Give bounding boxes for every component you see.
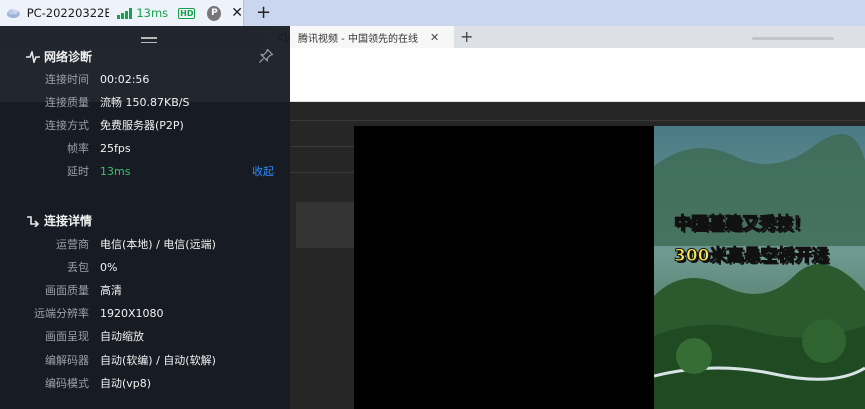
network-diagnostics-panel: 网络诊断 连接时间 00:02:56 连接质量 流畅 150.87KB/S 连接… (0, 26, 290, 409)
remote-tab-title: 腾讯视频 - 中国领先的在线 (298, 33, 418, 45)
new-tab-button[interactable]: + (256, 4, 271, 22)
diag-row-latency: 延时 13ms 收起 (0, 163, 290, 179)
row-value: 1920X1080 (100, 306, 164, 320)
diag-row-connection-mode: 连接方式 免费服务器(P2P) (0, 117, 290, 133)
row-value: 0% (100, 260, 118, 274)
signal-strength-icon (117, 7, 133, 19)
row-label: 编解码器 (45, 354, 89, 367)
remote-tab-close-button[interactable]: ✕ (430, 31, 439, 44)
client-tab-remote-pc[interactable]: PC-20220322E... 13ms HD P ✕ (0, 0, 244, 26)
row-label: 丢包 (67, 261, 89, 274)
row-label: 连接方式 (45, 119, 89, 132)
detail-row-carrier: 运营商 电信(本地) / 电信(远端) (0, 236, 290, 252)
row-value: 免费服务器(P2P) (100, 119, 184, 132)
detail-row-codec: 编解码器 自动(软编) / 自动(软解) (0, 352, 290, 368)
row-value: 25fps (100, 141, 131, 155)
profile-badge[interactable]: P (207, 5, 222, 21)
video-caption-line1: 中国基建又秀技！ (674, 214, 811, 235)
row-value: 自动(vp8) (100, 377, 152, 390)
row-label: 延时 (67, 165, 89, 178)
row-value: 自动缩放 (100, 330, 144, 343)
drag-handle-icon[interactable] (141, 37, 157, 45)
detail-row-encoding-mode: 编码模式 自动(vp8) (0, 375, 290, 391)
network-diagnostics-title: 网络诊断 (44, 50, 93, 64)
page-divider (290, 120, 865, 121)
row-label: 远端分辨率 (34, 307, 89, 320)
route-arrow-icon (27, 215, 40, 227)
diag-row-connection-time: 连接时间 00:02:56 (0, 71, 290, 87)
row-value: 自动(软编) / 自动(软解) (100, 354, 216, 367)
video-caption-line2: 300米高悬空桥开远 (674, 246, 829, 267)
video-scene-image (654, 126, 865, 409)
close-tab-button[interactable]: ✕ (231, 5, 243, 21)
diag-row-frame-rate: 帧率 25fps (0, 140, 290, 156)
detail-row-packet-loss: 丢包 0% (0, 259, 290, 275)
row-label: 连接质量 (45, 96, 89, 109)
row-label: 帧率 (67, 142, 89, 155)
row-value: 00:02:56 (100, 72, 150, 86)
pulse-icon (26, 50, 40, 63)
connection-details-header: 连接详情 (26, 212, 92, 229)
connection-details-title: 连接详情 (44, 214, 93, 228)
page-thumbnail (296, 202, 354, 248)
client-tab-bar: PC-20220322E... 13ms HD P ✕ + (0, 0, 865, 26)
remote-browser-tab-tencent-video[interactable]: 腾讯视频 - 中国领先的在线 ✕ (270, 26, 454, 48)
row-value: 高清 (100, 284, 122, 297)
row-label: 连接时间 (45, 73, 89, 86)
row-label: 画面质量 (45, 284, 89, 297)
remote-new-tab-button[interactable]: + (460, 27, 473, 46)
detail-row-image-quality: 画面质量 高清 (0, 282, 290, 298)
row-label: 画面呈现 (45, 330, 89, 343)
detail-row-display-mode: 画面呈现 自动缩放 (0, 328, 290, 344)
hd-quality-badge[interactable]: HD (178, 7, 196, 19)
video-player-letterbox[interactable] (354, 126, 654, 409)
row-value: 电信(本地) / 电信(远端) (100, 238, 216, 251)
remote-tab-strip-handle (752, 37, 834, 40)
pin-icon[interactable] (258, 48, 274, 64)
collapse-link[interactable]: 收起 (252, 163, 274, 179)
row-label: 运营商 (56, 238, 89, 251)
row-value: 13ms (100, 164, 131, 178)
video-player-frame[interactable]: 中国基建又秀技！ 300米高悬空桥开远 (654, 126, 865, 409)
page-divider (290, 172, 354, 173)
diag-row-connection-quality: 连接质量 流畅 150.87KB/S (0, 94, 290, 110)
row-label: 编码模式 (45, 377, 89, 390)
remote-pc-name: PC-20220322E... (26, 6, 110, 20)
detail-row-remote-resolution: 远端分辨率 1920X1080 (0, 305, 290, 321)
network-diagnostics-header: 网络诊断 (26, 48, 92, 65)
row-value: 流畅 150.87KB/S (100, 96, 190, 109)
cloud-icon (6, 9, 20, 19)
latency-indicator: 13ms (136, 6, 169, 20)
